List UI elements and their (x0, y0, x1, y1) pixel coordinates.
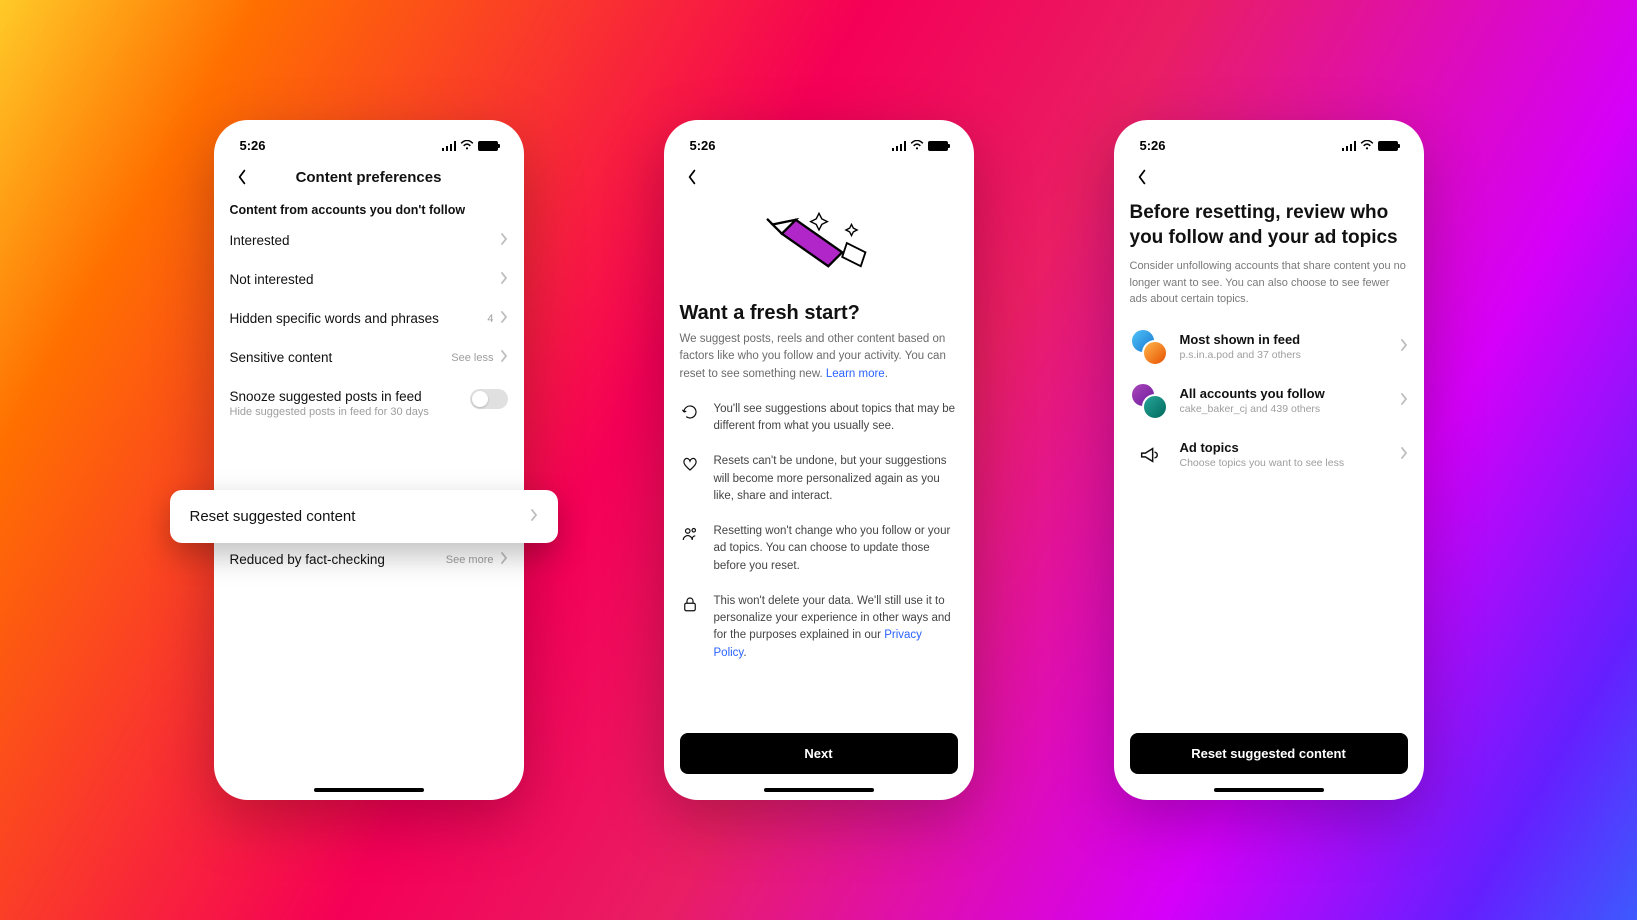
chevron-right-icon (500, 350, 508, 365)
snooze-toggle[interactable] (470, 389, 508, 409)
battery-icon (928, 141, 948, 151)
row-label: Interested (230, 233, 500, 248)
refresh-icon (680, 401, 700, 436)
battery-icon (478, 141, 498, 151)
row-reduced-factcheck[interactable]: Reduced by fact-checking See more (230, 540, 508, 579)
chevron-right-icon (1400, 392, 1408, 410)
bullet-heart: Resets can't be undone, but your suggest… (680, 453, 958, 505)
row-most-shown[interactable]: Most shown in feed p.s.in.a.pod and 37 o… (1130, 328, 1408, 366)
row-label: Reduced by fact-checking (230, 552, 446, 567)
review-list: Most shown in feed p.s.in.a.pod and 37 o… (1130, 328, 1408, 474)
avatar-cluster-icon (1130, 328, 1168, 366)
row-not-interested[interactable]: Not interested (230, 260, 508, 299)
row-label: Snooze suggested posts in feed Hide sugg… (230, 389, 470, 418)
status-time: 5:26 (690, 138, 716, 153)
popout-label: Reset suggested content (190, 508, 356, 525)
chevron-right-icon (1400, 338, 1408, 356)
row-title: All accounts you follow (1180, 386, 1388, 401)
phone-review-before-reset: 5:26 Before resetting, review who you fo… (1114, 120, 1424, 800)
home-indicator (314, 788, 424, 792)
wifi-icon (1360, 138, 1374, 153)
row-ad-topics[interactable]: Ad topics Choose topics you want to see … (1130, 436, 1408, 474)
headline: Before resetting, review who you follow … (1130, 197, 1408, 258)
nav-bar (1130, 159, 1408, 197)
avatar-cluster-icon (1130, 382, 1168, 420)
next-button[interactable]: Next (680, 733, 958, 774)
battery-icon (1378, 141, 1398, 151)
status-icons (442, 138, 498, 153)
megaphone-icon (1130, 436, 1168, 474)
bullet-refresh: You'll see suggestions about topics that… (680, 401, 958, 436)
cellular-icon (892, 141, 906, 151)
chevron-right-icon (500, 311, 508, 326)
row-snooze[interactable]: Snooze suggested posts in feed Hide sugg… (230, 377, 508, 430)
nav-bar (680, 159, 958, 197)
chevron-right-icon (500, 233, 508, 248)
row-meta: See more (446, 554, 494, 566)
home-indicator (1214, 788, 1324, 792)
chevron-right-icon (500, 552, 508, 567)
row-sensitive-content[interactable]: Sensitive content See less (230, 338, 508, 377)
phone-fresh-start: 5:26 Want a fresh start? We suggest post… (664, 120, 974, 800)
bullet-lock: This won't delete your data. We'll still… (680, 593, 958, 662)
description-text: We suggest posts, reels and other conten… (680, 333, 946, 380)
bullet-people: Resetting won't change who you follow or… (680, 523, 958, 575)
bullet-text: This won't delete your data. We'll still… (714, 593, 958, 662)
back-button[interactable] (1132, 167, 1152, 187)
row-interested[interactable]: Interested (230, 221, 508, 260)
row-hidden-words[interactable]: Hidden specific words and phrases 4 (230, 299, 508, 338)
row-title: Most shown in feed (1180, 332, 1388, 347)
section-header-unfollowed: Content from accounts you don't follow (230, 197, 508, 221)
nav-bar: Content preferences (230, 159, 508, 197)
row-label: Not interested (230, 272, 500, 287)
row-label-text: Snooze suggested posts in feed (230, 389, 470, 404)
cellular-icon (1342, 141, 1356, 151)
headline: Want a fresh start? (680, 298, 958, 331)
cellular-icon (442, 141, 456, 151)
bullet-text: Resets can't be undone, but your suggest… (714, 453, 958, 505)
row-meta: See less (451, 352, 493, 364)
bullet-text: You'll see suggestions about topics that… (714, 401, 958, 436)
back-button[interactable] (682, 167, 702, 187)
wifi-icon (910, 138, 924, 153)
status-icons (1342, 138, 1398, 153)
status-time: 5:26 (240, 138, 266, 153)
reset-suggested-content-row[interactable]: Reset suggested content (170, 490, 558, 543)
reset-button[interactable]: Reset suggested content (1130, 733, 1408, 774)
page-title: Content preferences (232, 169, 506, 186)
row-subtitle: p.s.in.a.pod and 37 others (1180, 349, 1388, 361)
status-time: 5:26 (1140, 138, 1166, 153)
chevron-right-icon (500, 272, 508, 287)
people-icon (680, 523, 700, 575)
row-count: 4 (487, 313, 493, 325)
row-label: Sensitive content (230, 350, 452, 365)
status-bar: 5:26 (680, 136, 958, 159)
learn-more-link[interactable]: Learn more (826, 368, 885, 380)
description: We suggest posts, reels and other conten… (680, 331, 958, 383)
status-icons (892, 138, 948, 153)
lock-icon (680, 593, 700, 662)
phone-content-preferences: 5:26 Content preferences Content from ac… (214, 120, 524, 800)
heart-icon (680, 453, 700, 505)
bullet-text: Resetting won't change who you follow or… (714, 523, 958, 575)
illustration-pencil-sparkle (680, 197, 958, 298)
row-all-accounts[interactable]: All accounts you follow cake_baker_cj an… (1130, 382, 1408, 420)
status-bar: 5:26 (1130, 136, 1408, 159)
row-subtitle: cake_baker_cj and 439 others (1180, 403, 1388, 415)
home-indicator (764, 788, 874, 792)
wifi-icon (460, 138, 474, 153)
description: Consider unfollowing accounts that share… (1130, 258, 1408, 308)
row-title: Ad topics (1180, 440, 1388, 455)
row-sublabel: Hide suggested posts in feed for 30 days (230, 406, 470, 418)
row-subtitle: Choose topics you want to see less (1180, 457, 1388, 469)
bullet-list: You'll see suggestions about topics that… (680, 401, 958, 662)
row-label: Hidden specific words and phrases (230, 311, 488, 326)
status-bar: 5:26 (230, 136, 508, 159)
chevron-right-icon (530, 508, 538, 525)
chevron-right-icon (1400, 446, 1408, 464)
